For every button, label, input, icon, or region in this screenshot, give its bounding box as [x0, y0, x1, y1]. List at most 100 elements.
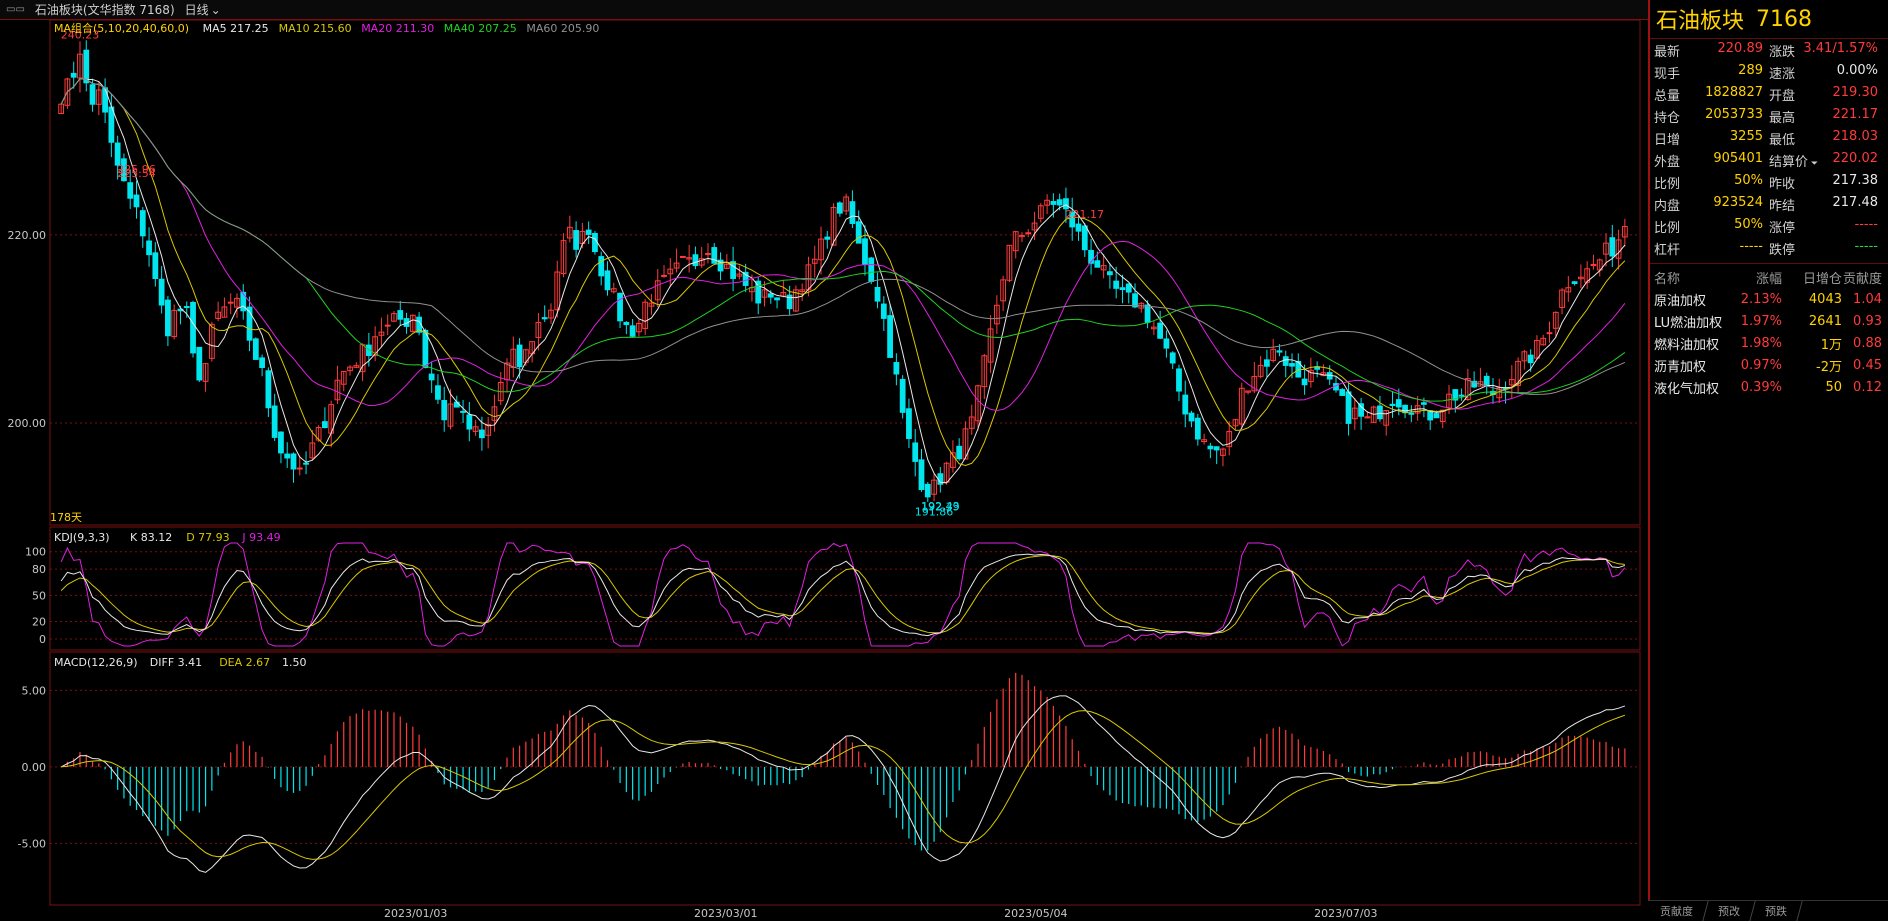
candle-body [623, 321, 630, 326]
legend-item: DIFF 3.41 [150, 656, 202, 669]
candle-body [1527, 354, 1534, 364]
ma60-line [60, 78, 1626, 395]
tab-2[interactable]: 预跌 [1750, 901, 1803, 921]
x-date-label: 2023/07/03 [1314, 907, 1377, 920]
candle-body [1458, 394, 1465, 397]
quote-label: 现手 [1654, 66, 1681, 82]
candle-body [1050, 201, 1057, 205]
quote-cell: 速涨 0.00% [1769, 63, 1884, 82]
quote-cell: 持仓 2053733 [1654, 107, 1769, 126]
tab-1[interactable]: 预改 [1703, 901, 1756, 921]
candle-body [824, 236, 831, 240]
candle-body [89, 84, 96, 105]
candle-body [585, 229, 592, 235]
quote-value: 3.41/1.57% [1803, 40, 1878, 56]
candle-body [1421, 402, 1427, 405]
candle-body [1213, 446, 1220, 451]
grid-layer [49, 20, 1641, 906]
table-row[interactable]: LU燃油加权 1.97% 2641 0.93 [1654, 310, 1884, 332]
tab-label: 预跌 [1765, 905, 1787, 918]
panel-title: 石油板块 [1656, 9, 1745, 34]
oi-change: 2641 [1808, 313, 1842, 329]
quote-cell: 昨收 217.38 [1769, 173, 1884, 192]
quote-grid: 最新 220.89 涨跌 3.41/1.57% 现手 289 速涨 0.00% 总量 182882… [1650, 39, 1888, 259]
candle-body [152, 252, 159, 280]
quote-label: 内盘 [1654, 198, 1681, 214]
quote-label: 最新 [1654, 44, 1681, 60]
table-row[interactable]: 燃料油加权 1.98% 1万 0.88 [1654, 332, 1884, 354]
candle-body [604, 270, 611, 291]
candle-body [303, 462, 309, 465]
contribution: 1.04 [1853, 291, 1882, 307]
candle-body [1389, 403, 1396, 407]
candle-body [1113, 280, 1120, 289]
quote-label: 涨停 [1769, 220, 1796, 236]
candle-body [1144, 304, 1151, 323]
kdj-layer [60, 542, 1626, 647]
quote-row: 比例 50% 涨停 ----- [1654, 215, 1884, 237]
candle-body [1345, 391, 1352, 424]
tab-0[interactable]: 贡献度 [1645, 901, 1709, 921]
candle-body [1289, 363, 1295, 367]
quote-value: 218.03 [1832, 128, 1879, 144]
change-pct: 1.98% [1740, 335, 1782, 351]
contract-name: 燃料油加权 [1654, 337, 1720, 353]
diff-line [60, 695, 1626, 873]
chevron-down-icon[interactable]: ⏷ [1808, 159, 1818, 169]
change-pct: 2.13% [1740, 291, 1782, 307]
kdj-tick-label: 0 [39, 633, 46, 646]
candle-body [1546, 332, 1553, 335]
candle-body [1025, 232, 1032, 235]
legend-item: MA5 217.25 [203, 22, 269, 35]
contribution-table: 名称 涨幅 日增仓 贡献度 原油加权 2.13% 4043 1.04 LU燃油加权 1.97% 26… [1650, 266, 1888, 398]
quote-cell: 内盘 923524 [1654, 195, 1769, 214]
change-pct: 0.97% [1740, 357, 1782, 373]
quote-row: 总量 1828827 开盘 219.30 [1654, 83, 1884, 105]
ma10-line [60, 78, 1626, 466]
quote-value: 1828827 [1705, 84, 1763, 100]
table-row[interactable]: 沥青加权 0.97% -2万 0.45 [1654, 354, 1884, 376]
candle-body [1132, 293, 1138, 308]
candle-body [1358, 403, 1364, 417]
candle-body [1169, 352, 1176, 364]
oi-change: -2万 [1816, 359, 1842, 375]
quote-cell[interactable]: 结算价 ⏷ 220.02 [1769, 151, 1884, 170]
panel-frame [49, 526, 1641, 651]
y-tick-label: 220.00 [8, 229, 47, 242]
candle-body [893, 362, 900, 375]
candle-body [1157, 322, 1164, 339]
legend-item: J 93.49 [241, 531, 280, 544]
candle-body [1107, 271, 1113, 276]
grid-icon[interactable]: ▭▭ [6, 4, 25, 15]
candle-body [924, 483, 931, 498]
candle-body [906, 408, 912, 439]
candle-body [592, 233, 598, 253]
candle-body [1194, 417, 1201, 440]
candle-body [1125, 283, 1132, 293]
candle-body [296, 467, 303, 470]
table-row[interactable]: 原油加权 2.13% 4043 1.04 [1654, 288, 1884, 310]
quote-row: 杠杆 ----- 跌停 ----- [1654, 237, 1884, 259]
candle-body [453, 401, 460, 408]
candle-body [1094, 260, 1101, 268]
kline-chart[interactable]: 220.00200.00240.23191.86225.96192.39225.… [0, 20, 1648, 920]
quote-label: 涨跌 [1769, 44, 1796, 60]
quote-cell: 比例 50% [1654, 173, 1769, 192]
tab-label: 预改 [1718, 905, 1740, 918]
candle-body [692, 254, 699, 267]
quote-label: 最高 [1769, 110, 1796, 126]
quote-cell: 最新 220.89 [1654, 41, 1769, 60]
quote-cell: 最高 221.17 [1769, 107, 1884, 126]
table-row[interactable]: 液化气加权 0.39% 50 0.12 [1654, 376, 1884, 398]
quote-value: 289 [1738, 62, 1763, 78]
candle-body [265, 370, 272, 409]
quote-label: 结算价 ⏷ [1769, 154, 1819, 170]
period-selector[interactable]: 日线 ⌄ [185, 1, 221, 18]
candle-body [1207, 445, 1214, 450]
y-tick-label: 200.00 [8, 417, 47, 430]
ma20-line [60, 78, 1626, 412]
candle-body [284, 453, 291, 459]
contribution: 0.88 [1853, 335, 1882, 351]
macd-tick-label: 5.00 [22, 684, 47, 697]
days-label: 178天 [50, 511, 82, 524]
